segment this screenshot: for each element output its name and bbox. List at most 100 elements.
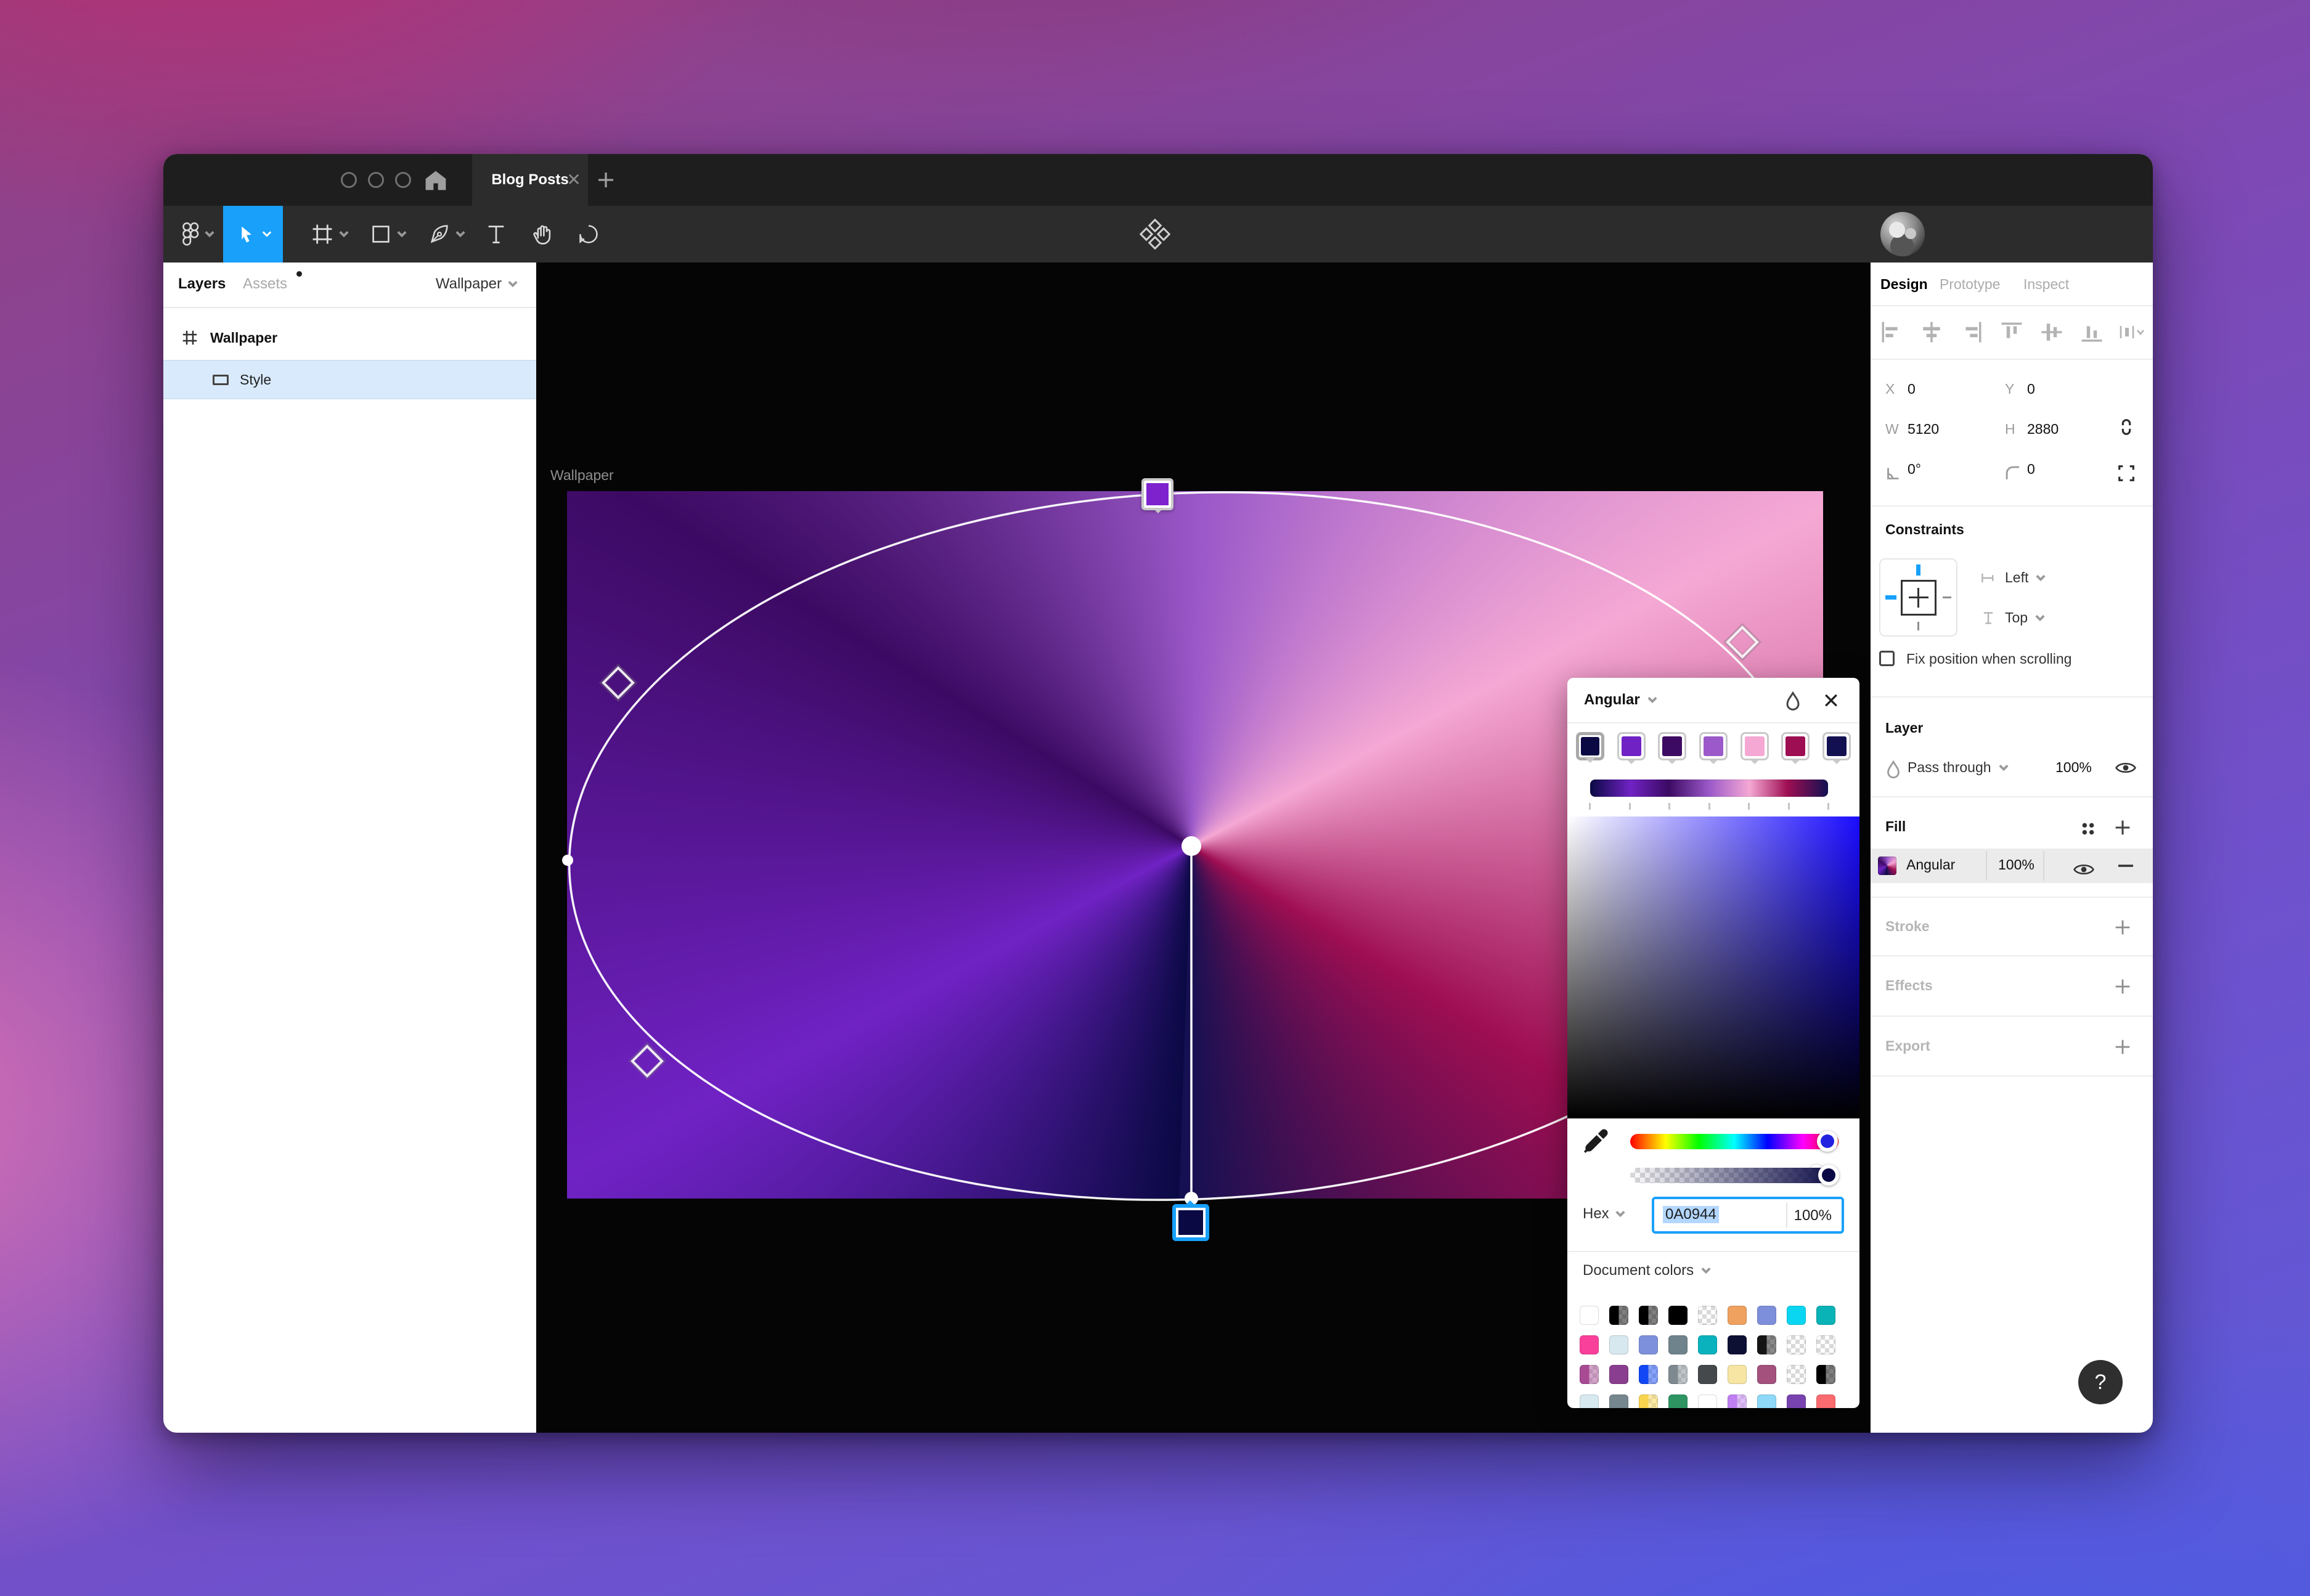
remove-fill-icon[interactable]	[2115, 855, 2137, 877]
pen-tool-button[interactable]	[413, 206, 481, 263]
document-color-swatch[interactable]	[1698, 1335, 1717, 1354]
tab-prototype[interactable]: Prototype	[1940, 276, 2000, 293]
horizontal-constraint-dropdown[interactable]: Left	[1979, 569, 2046, 586]
page-selector[interactable]: Wallpaper	[436, 275, 518, 293]
document-colors-dropdown[interactable]: Document colors	[1583, 1262, 1711, 1279]
gradient-stop[interactable]	[1822, 732, 1851, 760]
fix-position-checkbox[interactable]	[1879, 651, 1895, 666]
gradient-stop-selected[interactable]	[1576, 732, 1604, 760]
document-color-swatch[interactable]	[1639, 1394, 1658, 1408]
document-color-swatch[interactable]	[1609, 1306, 1628, 1325]
document-color-swatch[interactable]	[1757, 1306, 1776, 1325]
layer-row-wallpaper[interactable]: Wallpaper	[163, 318, 536, 357]
frame-tool-button[interactable]	[296, 206, 364, 263]
independent-corners-icon[interactable]	[2116, 463, 2137, 484]
gradient-stop[interactable]	[1658, 732, 1686, 760]
document-color-swatch[interactable]	[1580, 1335, 1599, 1354]
tab-layers[interactable]: Layers	[178, 275, 226, 293]
avatar[interactable]	[1880, 212, 1925, 256]
tab-close-icon[interactable]: ✕	[564, 170, 584, 190]
rotation-value[interactable]: 0°	[1908, 461, 1921, 478]
document-color-swatch[interactable]	[1639, 1365, 1658, 1384]
document-color-swatch[interactable]	[1639, 1335, 1658, 1354]
document-color-swatch[interactable]	[1609, 1365, 1628, 1384]
alpha-thumb[interactable]	[1818, 1165, 1839, 1186]
y-value[interactable]: 0	[2027, 381, 2035, 397]
distribute-icon[interactable]	[2117, 319, 2144, 346]
align-bottom-icon[interactable]	[2078, 319, 2105, 346]
new-tab-icon[interactable]	[595, 169, 617, 191]
eye-icon[interactable]	[2073, 858, 2095, 881]
fill-gradient-swatch[interactable]	[1878, 857, 1896, 875]
add-stroke-icon[interactable]	[2112, 917, 2133, 938]
blend-mode-icon[interactable]	[1782, 690, 1804, 712]
document-color-swatch[interactable]	[1580, 1306, 1599, 1325]
document-color-swatch[interactable]	[1698, 1394, 1717, 1408]
tab-design[interactable]: Design	[1880, 276, 1928, 293]
saturation-value-field[interactable]	[1567, 816, 1859, 1118]
layer-opacity-value[interactable]: 100%	[2055, 759, 2092, 776]
document-color-swatch[interactable]	[1728, 1394, 1747, 1408]
blend-mode-dropdown[interactable]: Pass through	[1908, 759, 2009, 776]
tab-assets[interactable]: Assets	[243, 275, 287, 293]
styles-icon[interactable]	[2078, 818, 2099, 839]
document-color-swatch[interactable]	[1728, 1335, 1747, 1354]
color-format-dropdown[interactable]: Hex	[1583, 1205, 1625, 1223]
text-tool-button[interactable]	[475, 206, 518, 263]
document-color-swatch[interactable]	[1816, 1365, 1835, 1384]
document-color-swatch[interactable]	[1757, 1335, 1776, 1354]
constrain-proportions-icon[interactable]	[2116, 417, 2137, 438]
home-icon[interactable]	[422, 168, 449, 192]
fill-row[interactable]: Angular 100%	[1871, 849, 2153, 883]
fill-opacity[interactable]: 100%	[1998, 857, 2035, 873]
eye-icon[interactable]	[2115, 757, 2137, 779]
document-color-swatch[interactable]	[1816, 1394, 1835, 1408]
document-color-swatch[interactable]	[1698, 1306, 1717, 1325]
document-color-swatch[interactable]	[1728, 1306, 1747, 1325]
comment-tool-button[interactable]	[567, 206, 610, 263]
move-tool-button[interactable]	[223, 206, 283, 263]
hand-tool-button[interactable]	[521, 206, 564, 263]
document-color-swatch[interactable]	[1609, 1394, 1628, 1408]
blend-mode-icon[interactable]	[1883, 759, 1904, 780]
document-color-swatch[interactable]	[1668, 1394, 1688, 1408]
add-export-icon[interactable]	[2112, 1036, 2133, 1057]
document-color-swatch[interactable]	[1757, 1365, 1776, 1384]
align-horizontal-center-icon[interactable]	[1918, 319, 1945, 346]
constraints-widget[interactable]	[1879, 558, 1957, 637]
alpha-slider[interactable]	[1630, 1168, 1839, 1183]
canvas[interactable]: Wallpaper Angular	[536, 263, 1871, 1433]
document-color-swatch[interactable]	[1668, 1306, 1688, 1325]
shape-tool-button[interactable]	[354, 206, 422, 263]
add-fill-icon[interactable]	[2112, 817, 2133, 838]
opacity-input[interactable]: 100%	[1794, 1207, 1832, 1224]
w-value[interactable]: 5120	[1908, 421, 1939, 438]
window-close-button[interactable]	[341, 172, 357, 188]
constraint-left-tick[interactable]	[1885, 595, 1896, 600]
gradient-preview-strip[interactable]	[1590, 780, 1828, 797]
gradient-stop-handle-top[interactable]	[1141, 478, 1173, 510]
document-color-swatch[interactable]	[1757, 1394, 1776, 1408]
vertical-constraint-dropdown[interactable]: Top	[1979, 609, 2045, 626]
window-minimize-button[interactable]	[368, 172, 384, 188]
add-effect-icon[interactable]	[2112, 976, 2133, 997]
constraint-bottom-tick[interactable]	[1917, 622, 1919, 630]
layer-row-style[interactable]: Style	[163, 360, 536, 399]
hue-slider[interactable]	[1630, 1134, 1839, 1149]
document-color-swatch[interactable]	[1816, 1306, 1835, 1325]
document-color-swatch[interactable]	[1787, 1306, 1806, 1325]
align-vertical-center-icon[interactable]	[2038, 319, 2065, 346]
document-color-swatch[interactable]	[1580, 1394, 1599, 1408]
align-right-icon[interactable]	[1958, 319, 1985, 346]
h-value[interactable]: 2880	[2027, 421, 2059, 438]
gradient-stop[interactable]	[1781, 732, 1810, 760]
window-zoom-button[interactable]	[395, 172, 411, 188]
document-color-swatch[interactable]	[1668, 1335, 1688, 1354]
document-color-swatch[interactable]	[1787, 1365, 1806, 1384]
constraint-top-tick[interactable]	[1916, 564, 1920, 576]
hue-thumb[interactable]	[1817, 1131, 1838, 1152]
gradient-stop[interactable]	[1741, 732, 1769, 760]
document-color-swatch[interactable]	[1639, 1306, 1658, 1325]
align-top-icon[interactable]	[1998, 319, 2025, 346]
document-color-swatch[interactable]	[1787, 1335, 1806, 1354]
